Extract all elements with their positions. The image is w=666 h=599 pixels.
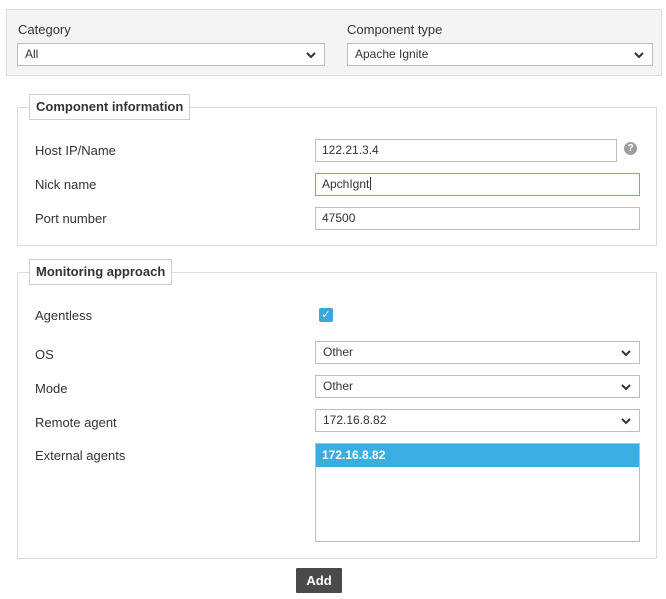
- mode-select[interactable]: Other: [315, 375, 640, 398]
- nick-name-value: ApchIgnt: [322, 177, 370, 191]
- category-select[interactable]: All: [17, 43, 325, 66]
- host-value: 122.21.3.4: [322, 143, 379, 157]
- component-type-select[interactable]: Apache Ignite: [347, 43, 653, 66]
- port-value: 47500: [322, 211, 356, 225]
- monitoring-legend: Monitoring approach: [29, 259, 173, 285]
- component-type-value: Apache Ignite: [355, 47, 429, 61]
- host-input[interactable]: 122.21.3.4: [315, 139, 617, 162]
- help-icon[interactable]: ?: [624, 142, 637, 155]
- category-value: All: [25, 47, 39, 61]
- os-value: Other: [323, 345, 354, 359]
- component-type-label: Component type: [347, 22, 443, 37]
- external-agents-label: External agents: [35, 448, 126, 463]
- component-info-legend: Component information: [29, 94, 191, 120]
- chevron-down-icon: [304, 48, 318, 62]
- external-agents-list[interactable]: 172.16.8.82: [315, 443, 640, 542]
- mode-label: Mode: [35, 381, 68, 396]
- port-input[interactable]: 47500: [315, 207, 640, 230]
- chevron-down-icon: [619, 346, 633, 360]
- nick-name-input[interactable]: ApchIgnt: [315, 173, 640, 196]
- remote-agent-select[interactable]: 172.16.8.82: [315, 409, 640, 432]
- host-label: Host IP/Name: [35, 143, 116, 158]
- external-agent-item[interactable]: 172.16.8.82: [316, 444, 639, 467]
- nick-name-label: Nick name: [35, 177, 97, 192]
- os-select[interactable]: Other: [315, 341, 640, 364]
- port-label: Port number: [35, 211, 107, 226]
- chevron-down-icon: [619, 380, 633, 394]
- remote-agent-value: 172.16.8.82: [323, 413, 387, 427]
- chevron-down-icon: [632, 48, 646, 62]
- agentless-checkbox[interactable]: ✓: [319, 308, 333, 322]
- add-button[interactable]: Add: [296, 568, 342, 593]
- checkmark-icon: ✓: [321, 309, 331, 321]
- text-caret: [370, 177, 372, 190]
- agentless-label: Agentless: [35, 308, 93, 323]
- mode-value: Other: [323, 379, 354, 393]
- chevron-down-icon: [619, 414, 633, 428]
- remote-agent-label: Remote agent: [35, 415, 117, 430]
- category-label: Category: [18, 22, 71, 37]
- os-label: OS: [35, 347, 54, 362]
